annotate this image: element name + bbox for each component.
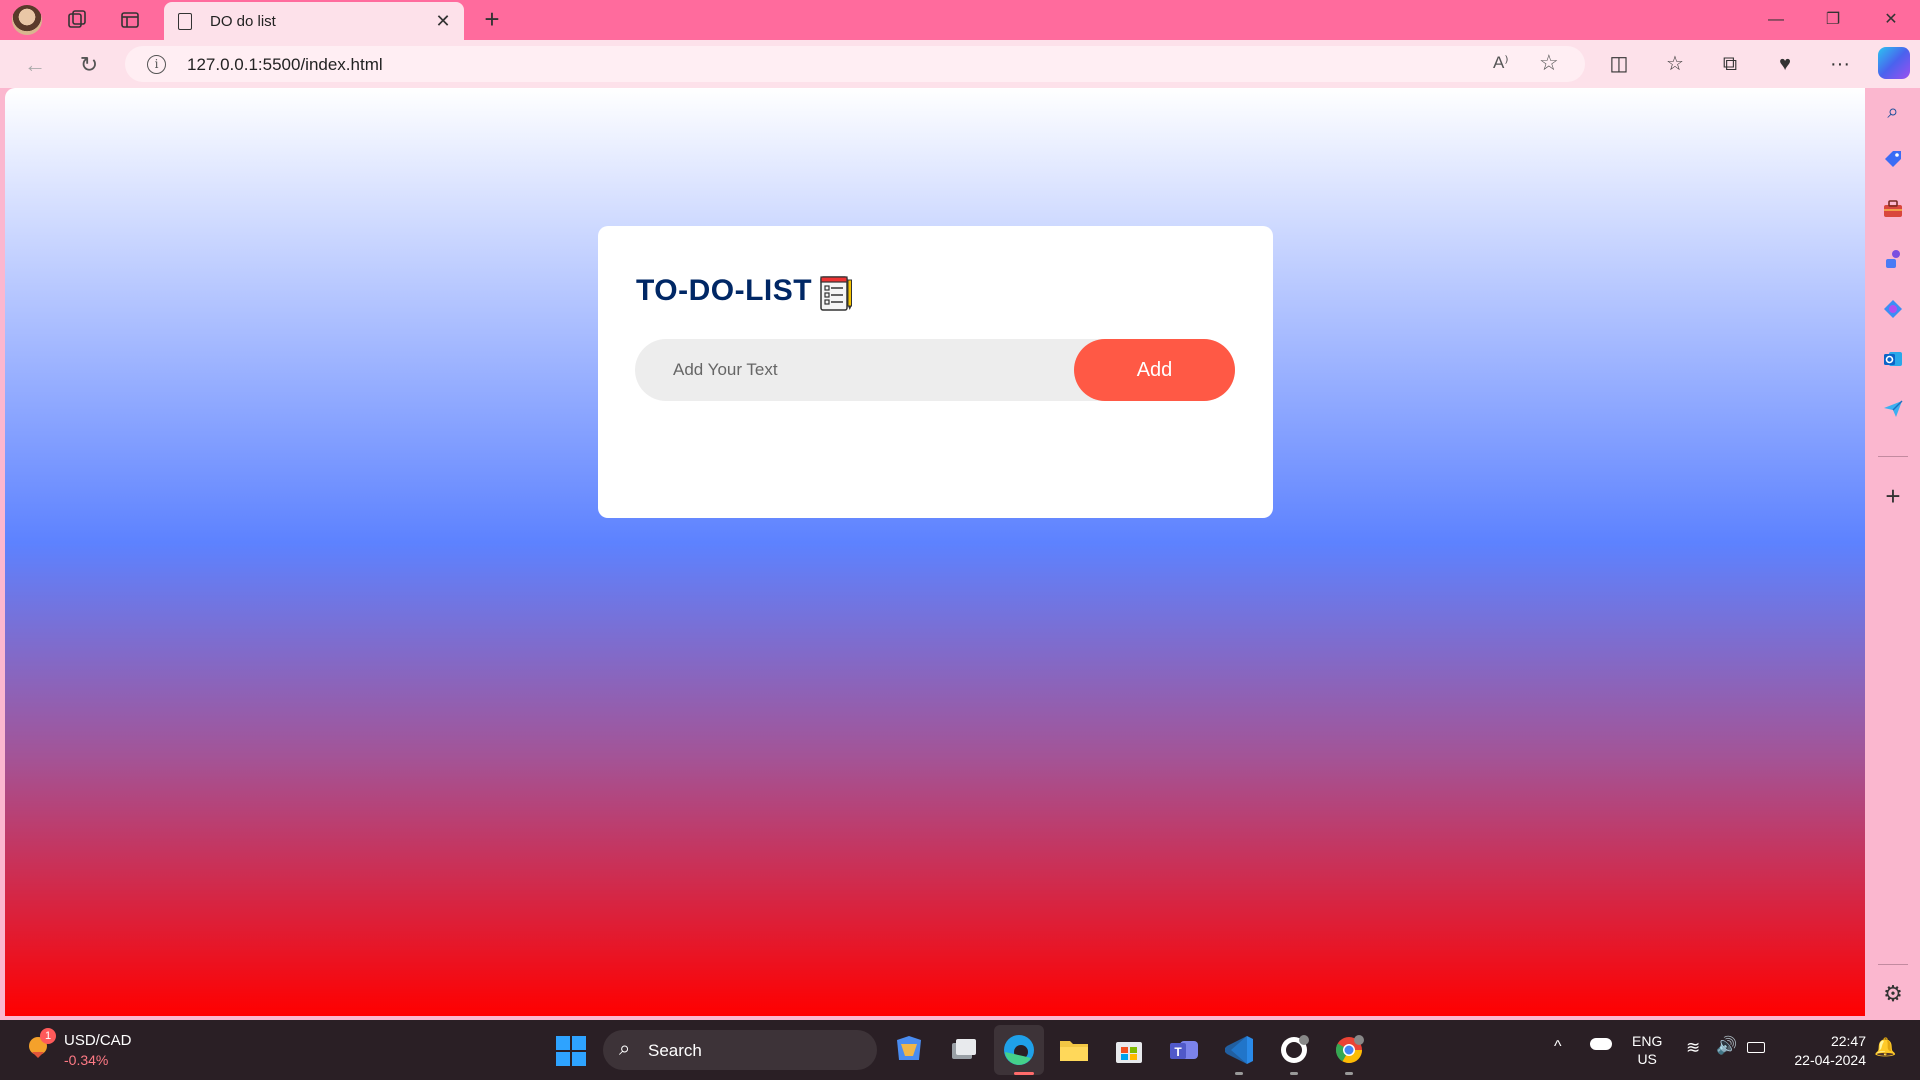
tab-do-do-list[interactable]: DO do list ✕ [164,2,464,40]
toolbox-icon[interactable] [1879,198,1907,226]
copilot-app-icon[interactable] [891,1032,927,1068]
notification-bell-icon[interactable]: 🔔 [1874,1037,1896,1058]
collections-icon[interactable]: ⧉ [1715,49,1745,79]
todo-input-row: Add [635,339,1235,401]
page-icon [178,13,192,30]
running-indicator [1014,1072,1034,1075]
copilot-icon[interactable] [1878,47,1910,79]
battery-icon[interactable] [1747,1042,1765,1053]
running-indicator [1290,1072,1298,1075]
browser-essentials-icon[interactable]: ♥ [1770,49,1800,79]
widget-badge: 1 [40,1028,56,1044]
tab-actions-icon[interactable] [116,6,144,34]
sidebar-divider [1878,964,1908,965]
settings-icon[interactable]: ⚙ [1879,980,1907,1008]
search-icon[interactable]: ⌕ [1879,98,1907,126]
page-viewport: TO-DO-LIST Add [5,88,1865,1016]
start-button[interactable] [556,1036,586,1066]
split-screen-icon[interactable]: ◫ [1604,49,1634,79]
clock-time: 22:47 [1830,1033,1866,1049]
favorites-icon[interactable]: ☆ [1660,49,1690,79]
edge-browser-icon[interactable] [1001,1032,1037,1068]
ticker-name[interactable]: USD/CAD [64,1032,132,1049]
browser-toolbar: ← ↻ i 127.0.0.1:5500/index.html A⁾ ☆ ◫ ☆… [0,40,1920,88]
todo-text-input[interactable] [635,339,1075,401]
clock[interactable]: 22:47 22-04-2024 [1790,1032,1866,1070]
tab-title: DO do list [210,13,276,30]
show-hidden-icons-chevron[interactable]: ^ [1554,1038,1562,1056]
site-info-icon[interactable]: i [147,55,166,74]
start-tile [556,1052,570,1066]
taskbar: 1 USD/CAD -0.34% ⌕ Search T ^ ENG US ≋ 🔊… [0,1020,1920,1080]
back-button[interactable]: ← [20,50,50,80]
workspaces-icon[interactable] [63,6,91,34]
teams-icon[interactable]: T [1166,1032,1202,1068]
language-indicator[interactable]: ENG US [1632,1032,1662,1068]
app-title: TO-DO-LIST [636,274,813,307]
send-icon[interactable] [1879,398,1907,426]
wifi-icon[interactable]: ≋ [1686,1038,1700,1058]
browser-title-bar: DO do list ✕ + — ❐ ✕ [0,0,1920,40]
notepad-icon [820,276,852,311]
outlook-icon[interactable] [1879,348,1907,376]
onedrive-cloud-icon[interactable] [1590,1038,1612,1050]
svg-text:T: T [1174,1045,1182,1059]
clock-date: 22-04-2024 [1794,1052,1866,1068]
region-code: US [1637,1051,1657,1067]
shopping-tag-icon[interactable] [1879,148,1907,176]
start-tile [572,1036,586,1050]
vscode-icon[interactable] [1221,1032,1257,1068]
task-view-icon[interactable] [946,1032,982,1068]
reload-button[interactable]: ↻ [74,50,104,80]
volume-icon[interactable]: 🔊 [1716,1036,1737,1056]
address-bar[interactable]: i 127.0.0.1:5500/index.html A⁾ ☆ [125,46,1585,82]
url-text[interactable]: 127.0.0.1:5500/index.html [187,55,383,75]
ticker-change: -0.34% [64,1052,109,1068]
github-desktop-icon[interactable] [1276,1032,1312,1068]
language-code: ENG [1632,1033,1663,1049]
profile-avatar[interactable] [12,5,42,35]
close-window-button[interactable]: ✕ [1868,4,1914,36]
chrome-icon[interactable] [1331,1032,1367,1068]
running-indicator [1345,1072,1353,1075]
taskbar-search-label: Search [648,1041,702,1060]
search-icon: ⌕ [619,1038,631,1060]
add-icon[interactable]: + [1879,482,1907,510]
games-icon[interactable] [1879,248,1907,276]
add-button[interactable]: Add [1074,339,1235,401]
copilot-sidebar-icon[interactable] [1879,298,1907,326]
tab-close-icon[interactable]: ✕ [432,10,454,32]
new-tab-button[interactable]: + [478,6,506,34]
favorite-star-icon[interactable]: ☆ [1539,50,1559,76]
minimize-button[interactable]: — [1753,4,1799,36]
read-aloud-icon[interactable]: A⁾ [1493,53,1509,73]
file-explorer-icon[interactable] [1056,1032,1092,1068]
taskbar-search[interactable]: ⌕ Search [603,1030,877,1070]
edge-sidebar: ⌕ + ⚙ [1866,88,1920,1016]
start-tile [556,1036,570,1050]
restore-button[interactable]: ❐ [1810,4,1856,36]
more-options-icon[interactable]: ··· [1825,49,1855,79]
store-icon[interactable] [1111,1032,1147,1068]
sidebar-divider [1878,456,1908,457]
start-tile [572,1052,586,1066]
todo-card: TO-DO-LIST Add [598,226,1273,518]
running-indicator [1235,1072,1243,1075]
